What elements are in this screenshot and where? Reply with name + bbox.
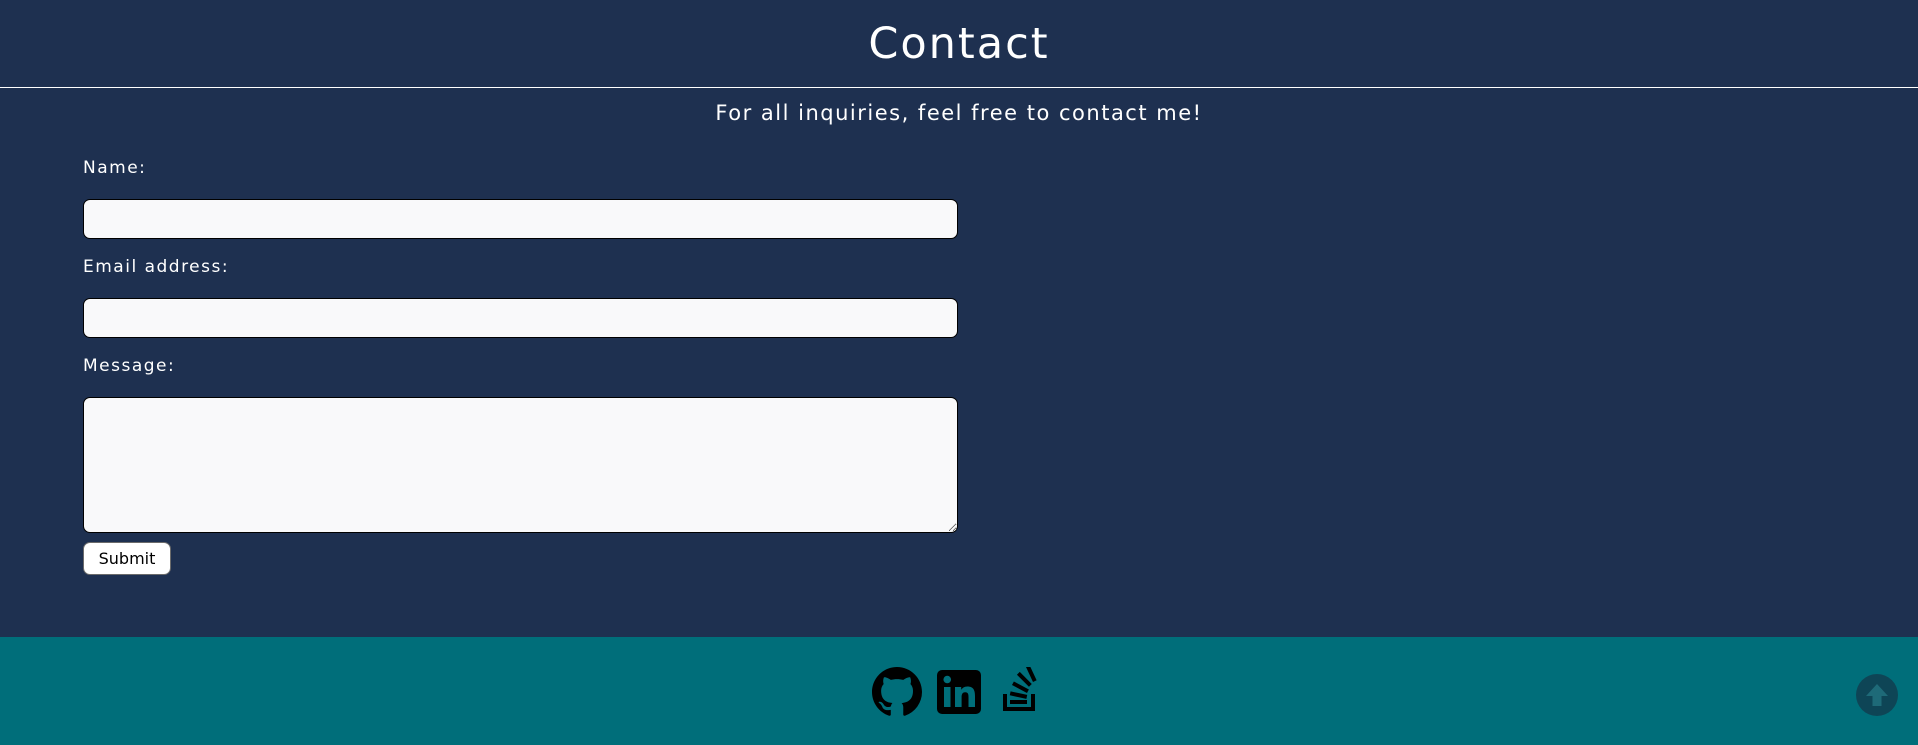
intro-text: For all inquiries, feel free to contact … [715, 101, 1203, 125]
submit-button[interactable]: Submit [83, 542, 171, 575]
social-links [0, 667, 1918, 717]
linkedin-link[interactable] [934, 667, 984, 717]
page-title: Contact [868, 18, 1050, 69]
name-label: Name: [83, 158, 147, 178]
stack-overflow-link[interactable] [996, 667, 1046, 717]
email-field[interactable] [83, 298, 958, 338]
back-to-top-button[interactable] [1856, 674, 1898, 716]
message-field[interactable] [83, 397, 958, 533]
github-link[interactable] [872, 667, 922, 717]
name-field[interactable] [83, 199, 958, 239]
contact-form: Name: Email address: Message: Submit [83, 158, 958, 575]
linkedin-icon [937, 670, 981, 714]
message-label: Message: [83, 356, 176, 376]
github-icon [872, 667, 922, 716]
stack-overflow-icon [1003, 667, 1037, 711]
email-label: Email address: [83, 257, 230, 277]
arrow-circle-up-icon [1866, 684, 1888, 706]
page-footer [0, 637, 1918, 745]
page-header: Contact [0, 0, 1918, 88]
